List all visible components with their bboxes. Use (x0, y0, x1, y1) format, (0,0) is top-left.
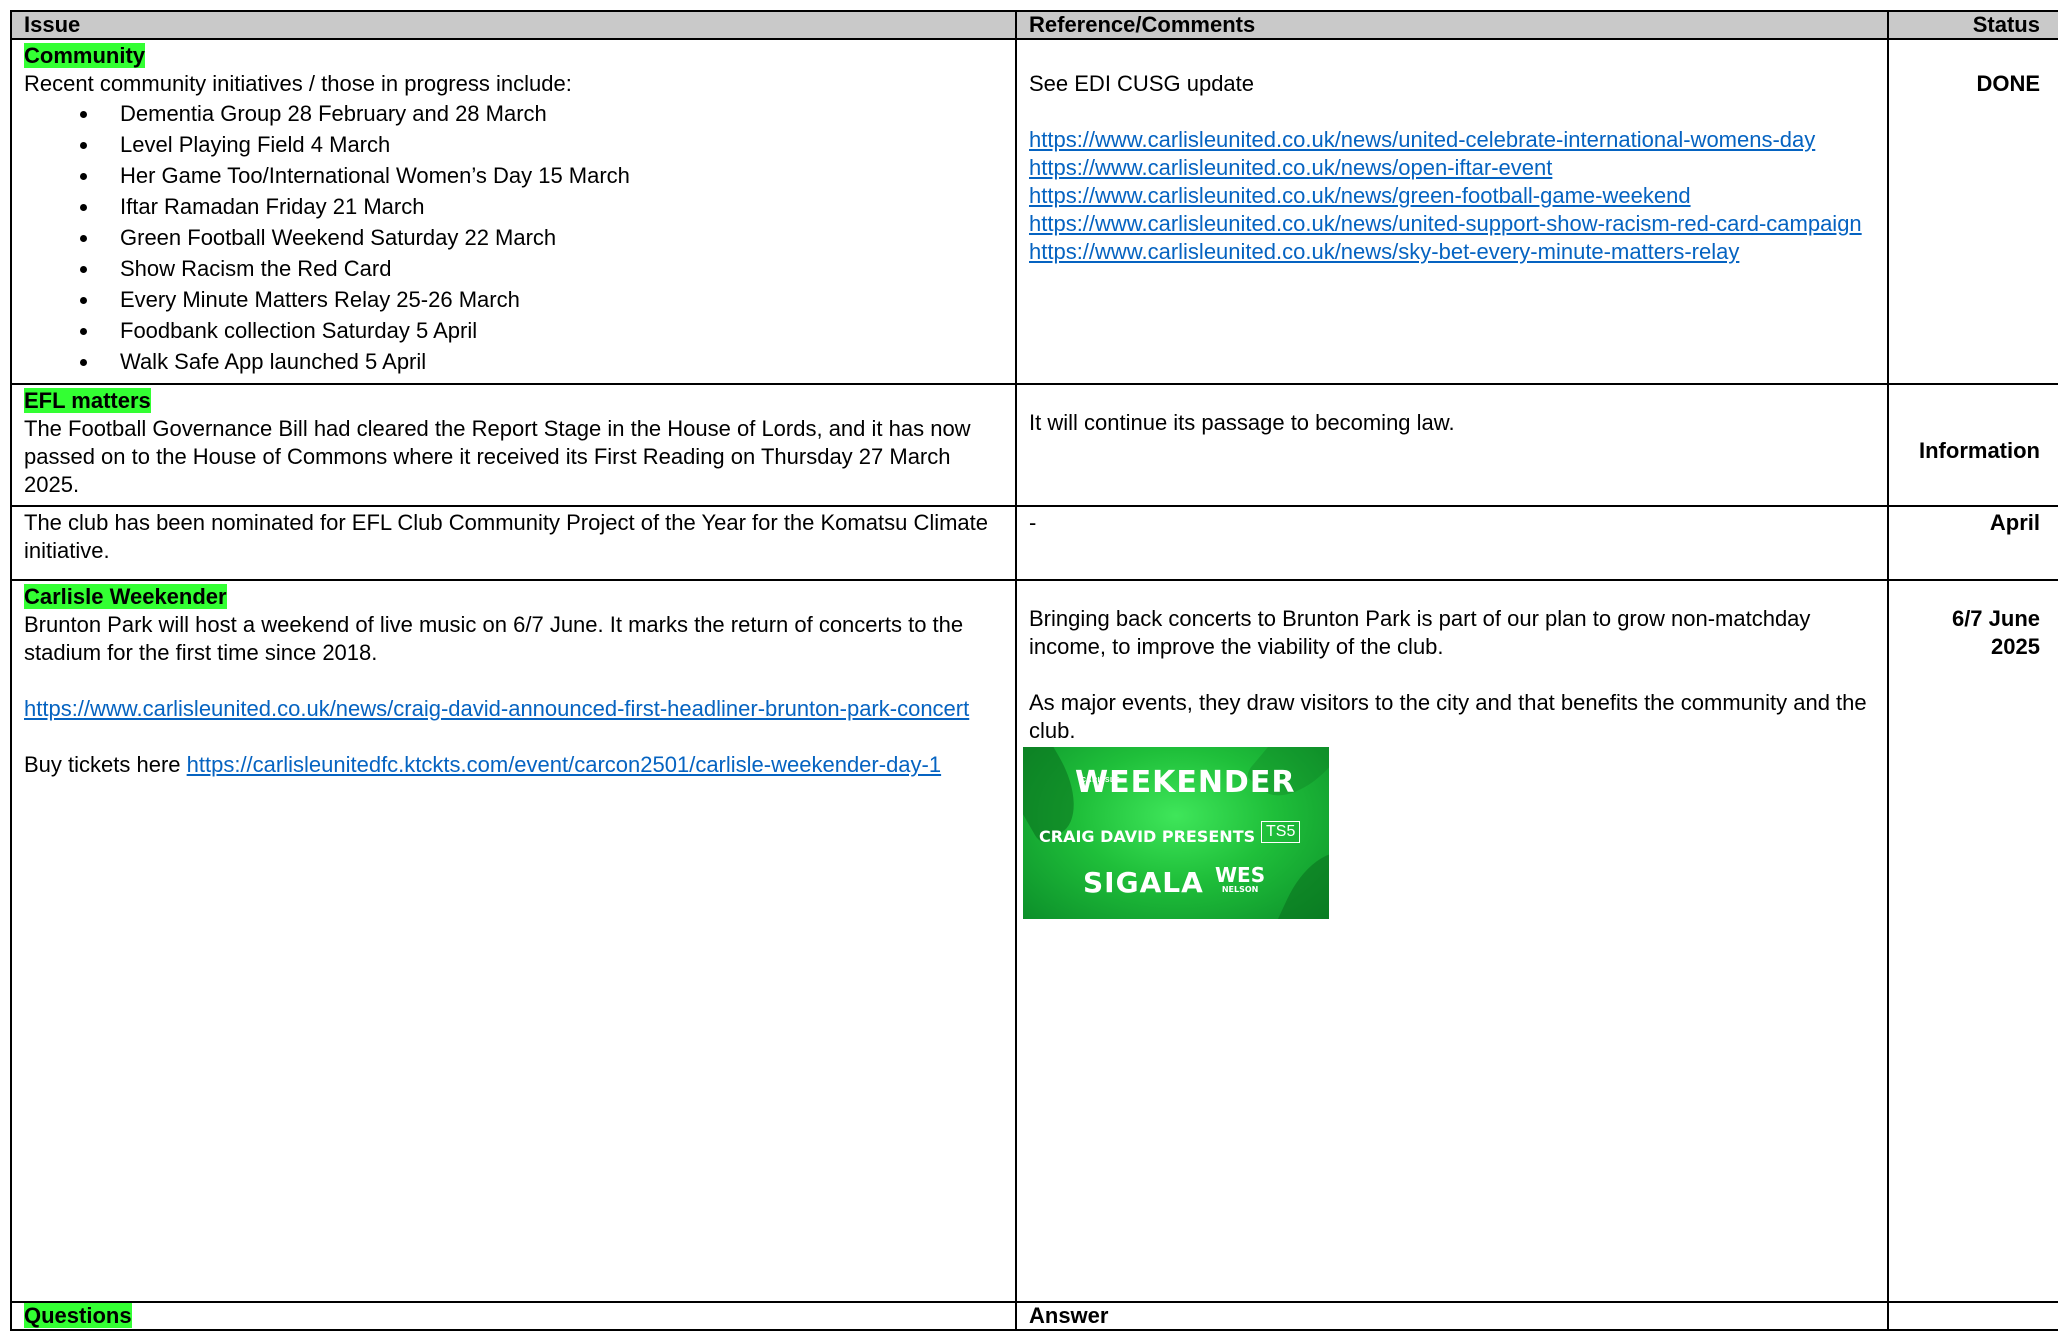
leaf-decoration (1268, 839, 1329, 919)
weekender-comment-cell: Bringing back concerts to Brunton Park i… (1015, 579, 1889, 1303)
nomination-comment-cell: - (1015, 505, 1889, 581)
nomination-issue-cell: The club has been nominated for EFL Club… (10, 505, 1017, 581)
header-issue: Issue (10, 10, 1017, 40)
link-green-football[interactable]: https://www.carlisleunited.co.uk/news/gr… (1029, 183, 1691, 208)
link-every-minute-matters[interactable]: https://www.carlisleunited.co.uk/news/sk… (1029, 239, 1739, 264)
status-badge: April (1989, 510, 2040, 535)
poster-act-2-sub: NELSON (1221, 885, 1259, 894)
community-row: Community Recent community initiatives /… (10, 38, 2058, 385)
community-issue-cell: Community Recent community initiatives /… (10, 38, 1017, 385)
efl-row: EFL matters The Football Governance Bill… (10, 383, 2058, 507)
weekender-text: Brunton Park will host a weekend of live… (24, 612, 964, 665)
list-item: Show Racism the Red Card (80, 253, 1005, 284)
status-badge: 6/7 June 2025 (1951, 606, 2040, 659)
poster-title: WEEKENDER (1075, 765, 1296, 800)
community-list: Dementia Group 28 February and 28 March … (24, 98, 1005, 377)
answer-heading: Answer (1029, 1303, 1109, 1328)
header-reference: Reference/Comments (1015, 10, 1889, 40)
poster-act-2: WES NELSON (1215, 865, 1265, 894)
weekender-heading: Carlisle Weekender (24, 584, 227, 609)
weekender-issue-cell: Carlisle Weekender Brunton Park will hos… (10, 579, 1017, 1303)
tickets-label: Buy tickets here (24, 752, 187, 777)
poster-act-1: SIGALA (1083, 866, 1204, 899)
weekender-comment-1: Bringing back concerts to Brunton Park i… (1029, 606, 1811, 659)
status-badge: Information (1919, 438, 2040, 463)
weekender-row: Carlisle Weekender Brunton Park will hos… (10, 579, 2058, 1303)
efl-status-cell: Information (1887, 383, 2058, 507)
poster-act-2-name: WES (1215, 863, 1266, 887)
efl-comment-cell: It will continue its passage to becoming… (1015, 383, 1889, 507)
header-status: Status (1887, 10, 2058, 40)
nomination-status-cell: April (1887, 505, 2058, 581)
efl-text: The Football Governance Bill had cleared… (24, 416, 971, 497)
list-item: Level Playing Field 4 March (80, 129, 1005, 160)
community-heading: Community (24, 43, 145, 68)
efl-heading: EFL matters (24, 388, 151, 413)
link-craig-david[interactable]: https://www.carlisleunited.co.uk/news/cr… (24, 696, 969, 721)
poster-badge: TS5 (1261, 821, 1301, 843)
nomination-row: The club has been nominated for EFL Club… (10, 505, 2058, 581)
weekender-comment-2: As major events, they draw visitors to t… (1029, 690, 1867, 743)
community-intro: Recent community initiatives / those in … (24, 71, 572, 96)
poster-presents: CRAIG DAVID PRESENTS (1039, 827, 1256, 846)
list-item: Walk Safe App launched 5 April (80, 346, 1005, 377)
link-tickets[interactable]: https://carlisleunitedfc.ktckts.com/even… (187, 752, 941, 777)
minutes-table: Issue Reference/Comments Status Communit… (10, 10, 2058, 1331)
link-iftar[interactable]: https://www.carlisleunited.co.uk/news/op… (1029, 155, 1552, 180)
list-item: Foodbank collection Saturday 5 April (80, 315, 1005, 346)
list-item: Her Game Too/International Women’s Day 1… (80, 160, 1005, 191)
link-show-racism[interactable]: https://www.carlisleunited.co.uk/news/un… (1029, 211, 1862, 236)
header-row: Issue Reference/Comments Status (10, 10, 2058, 40)
efl-issue-cell: EFL matters The Football Governance Bill… (10, 383, 1017, 507)
link-womens-day[interactable]: https://www.carlisleunited.co.uk/news/un… (1029, 127, 1815, 152)
list-item: Iftar Ramadan Friday 21 March (80, 191, 1005, 222)
efl-comment: It will continue its passage to becoming… (1029, 410, 1455, 435)
questions-row: Questions Answer (10, 1301, 2058, 1331)
weekender-poster: CARLISLE WEEKENDER CRAIG DAVID PRESENTS … (1023, 747, 1329, 919)
list-item: Every Minute Matters Relay 25-26 March (80, 284, 1005, 315)
questions-heading: Questions (24, 1303, 132, 1328)
community-status: DONE (1887, 38, 2058, 385)
list-item: Dementia Group 28 February and 28 March (80, 98, 1005, 129)
list-item: Green Football Weekend Saturday 22 March (80, 222, 1005, 253)
community-comment: See EDI CUSG update (1029, 71, 1255, 96)
questions-cell: Questions (10, 1301, 1017, 1331)
questions-status-cell (1887, 1301, 2058, 1331)
weekender-status-cell: 6/7 June 2025 (1887, 579, 2058, 1303)
community-comment-cell: See EDI CUSG update https://www.carlisle… (1015, 38, 1889, 385)
status-badge: DONE (1976, 71, 2040, 96)
answer-cell: Answer (1015, 1301, 1889, 1331)
